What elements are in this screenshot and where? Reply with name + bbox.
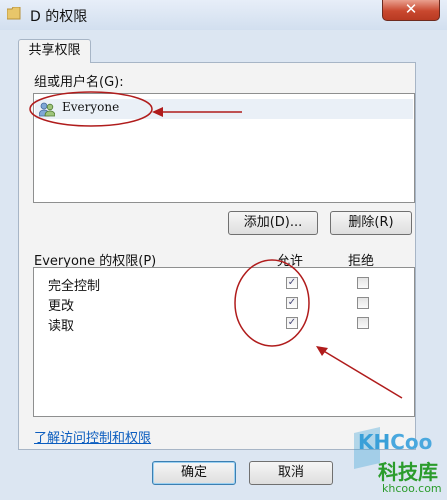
permission-name-read: 读取	[48, 319, 75, 334]
watermark-domain: khcoo.com	[382, 482, 442, 495]
watermark-chinese: 科技库	[378, 460, 438, 484]
title-bar[interactable]: D 的权限 ✕	[0, 0, 447, 30]
remove-button[interactable]: 删除(R)	[330, 211, 412, 235]
close-icon: ✕	[404, 0, 418, 18]
window-title: D 的权限	[30, 9, 88, 25]
allow-checkbox-full-control[interactable]: ✓	[286, 277, 298, 289]
permissions-dialog: D 的权限 ✕ 共享权限 组或用户名(G): Everyone 添加(D)...…	[0, 0, 447, 500]
watermark-logo-prefix: KH	[358, 430, 391, 454]
deny-checkbox-full-control[interactable]	[357, 277, 369, 289]
users-group-icon	[39, 102, 55, 117]
permission-name-full-control: 完全控制	[48, 279, 101, 294]
users-label: 组或用户名(G):	[34, 75, 124, 90]
permission-name-change: 更改	[48, 299, 75, 314]
folder-icon	[7, 7, 21, 20]
add-button[interactable]: 添加(D)...	[228, 211, 318, 235]
users-list[interactable]: Everyone	[33, 93, 415, 203]
tab-share-permissions[interactable]: 共享权限	[18, 39, 91, 63]
close-button[interactable]: ✕	[382, 0, 440, 21]
help-link[interactable]: 了解访问控制和权限	[34, 427, 151, 446]
watermark-logo: KHCoo	[358, 430, 432, 454]
deny-checkbox-change[interactable]	[357, 297, 369, 309]
user-name: Everyone	[62, 100, 120, 114]
list-item[interactable]: Everyone	[35, 99, 413, 119]
watermark-logo-suffix: Coo	[390, 430, 433, 454]
ok-button[interactable]: 确定	[152, 461, 236, 485]
cancel-button[interactable]: 取消	[249, 461, 333, 485]
allow-checkbox-change[interactable]: ✓	[286, 297, 298, 309]
allow-checkbox-read[interactable]: ✓	[286, 317, 298, 329]
deny-checkbox-read[interactable]	[357, 317, 369, 329]
